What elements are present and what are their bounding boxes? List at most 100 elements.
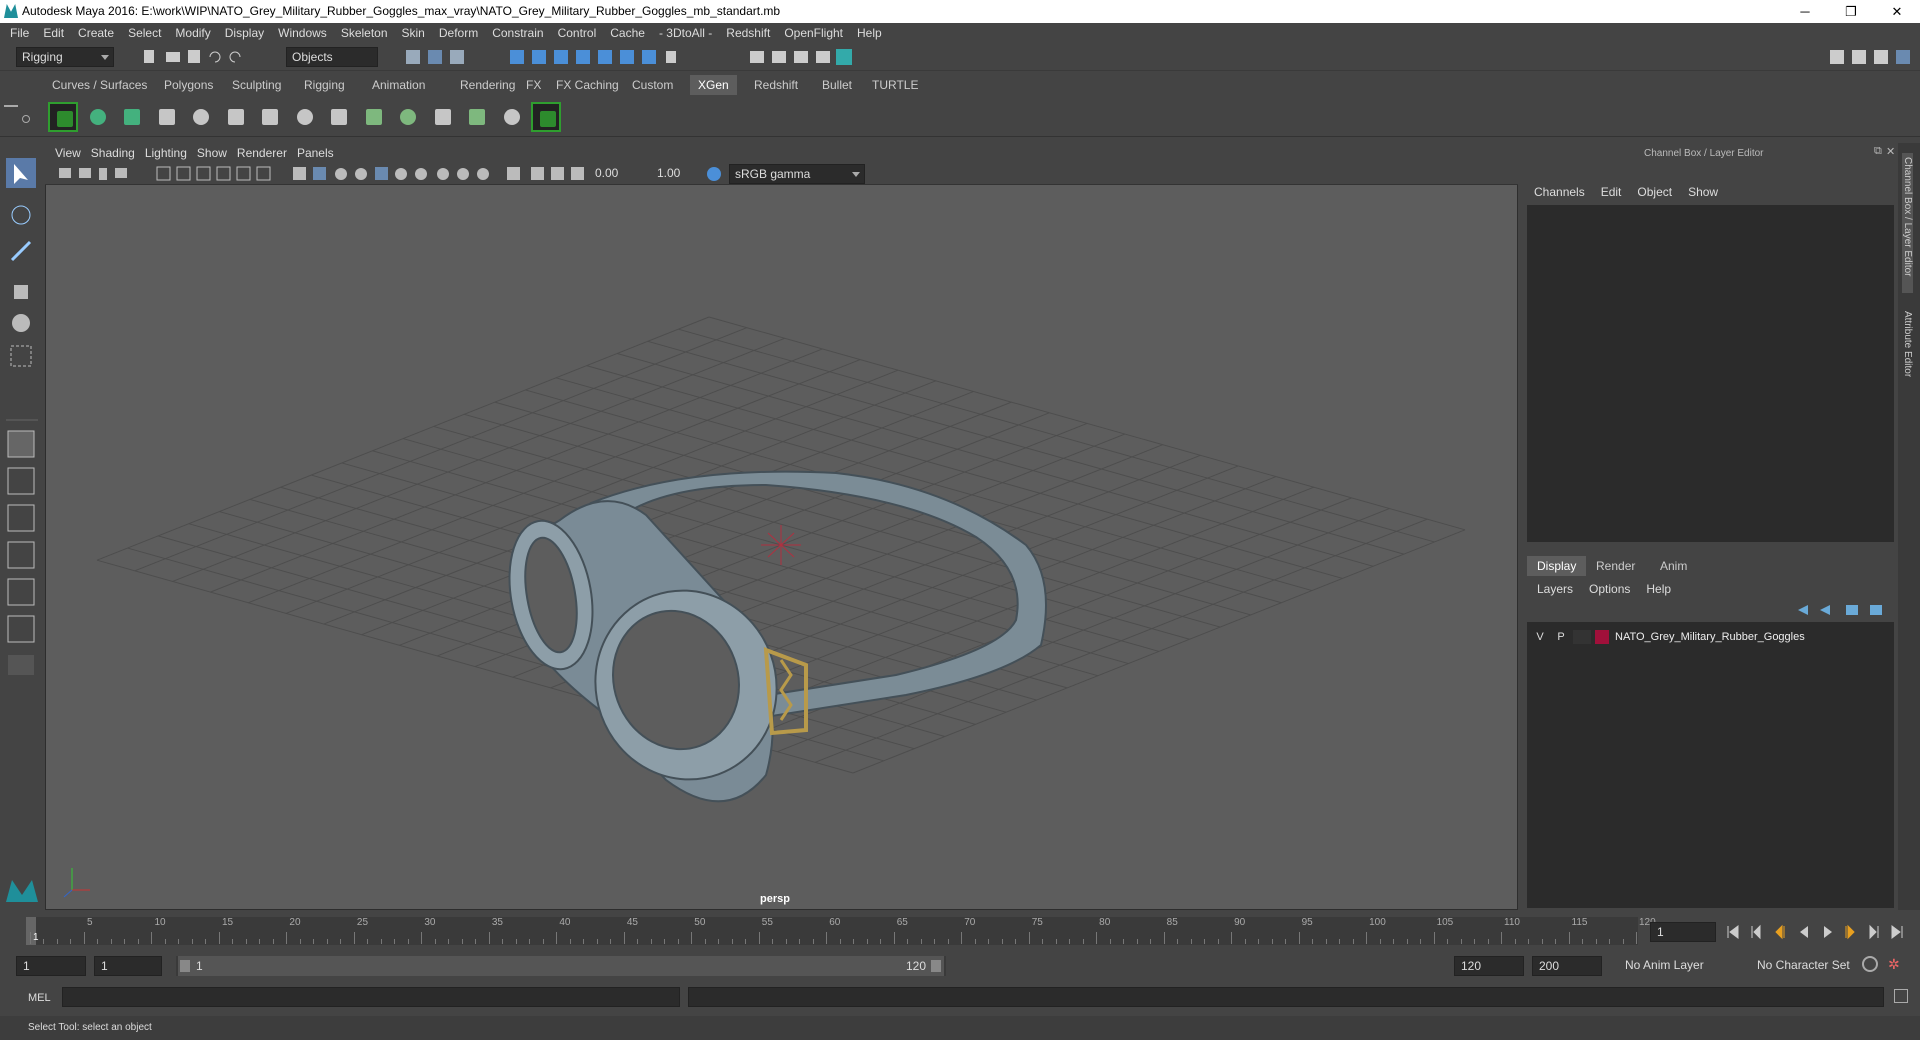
guide-tool-icon[interactable] (290, 102, 320, 132)
persp-outliner-icon[interactable] (7, 541, 35, 569)
menu-item-16[interactable]: Help (857, 26, 882, 40)
shelf-tab-3[interactable]: Rigging (296, 75, 353, 95)
preferences-icon[interactable]: ✲ (1888, 956, 1904, 972)
viewport-menu-2[interactable]: Lighting (145, 146, 187, 160)
layer-tab-0[interactable]: Display (1527, 556, 1587, 576)
current-frame-field[interactable]: 1 (1650, 922, 1716, 942)
step-back-key-icon[interactable] (1775, 924, 1785, 940)
persp-graph-icon[interactable] (7, 578, 35, 606)
gamma-field[interactable]: 1.00 (651, 164, 691, 183)
character-set-dropdown[interactable]: No Character Set (1752, 956, 1874, 976)
move-layer-down-icon[interactable] (1820, 605, 1830, 615)
single-view-icon[interactable] (7, 430, 35, 458)
lasso-tool-icon[interactable] (11, 205, 31, 225)
go-to-start-icon[interactable] (1727, 925, 1739, 939)
viewport-menu-0[interactable]: View (55, 146, 81, 160)
move-layer-up-icon[interactable] (1798, 605, 1808, 615)
side-tab-channel-box[interactable]: Channel Box / Layer Editor (1902, 153, 1913, 293)
layer-tab-2[interactable]: Anim (1650, 556, 1697, 576)
hypershade-layout-icon[interactable] (7, 615, 35, 643)
float-panel-icon[interactable]: ⧉ (1874, 145, 1882, 158)
xgen-editor-icon[interactable] (48, 102, 78, 132)
new-empty-layer-icon[interactable] (1846, 605, 1858, 615)
step-forward-key-icon[interactable] (1845, 924, 1855, 940)
layer-menu-0[interactable]: Layers (1537, 582, 1573, 596)
layer-guide-icon[interactable] (393, 102, 423, 132)
play-forwards-icon[interactable] (1824, 926, 1832, 938)
menu-item-1[interactable]: Edit (43, 26, 64, 40)
menu-item-4[interactable]: Modify (175, 26, 210, 40)
viewport-menu-4[interactable]: Renderer (237, 146, 287, 160)
paint-select-icon[interactable] (10, 240, 32, 262)
animation-start-field[interactable]: 1 (16, 956, 86, 976)
new-layer-selected-icon[interactable] (1870, 605, 1882, 615)
layer-playback-toggle[interactable]: P (1549, 631, 1573, 643)
menu-item-5[interactable]: Display (225, 26, 264, 40)
bend-guide-icon[interactable] (428, 102, 458, 132)
range-right-grip[interactable] (931, 960, 941, 972)
shelf-tab-11[interactable]: Bullet (814, 75, 860, 95)
play-backwards-icon[interactable] (1800, 926, 1808, 938)
groom-sculpt-icon[interactable] (497, 102, 527, 132)
four-view-icon[interactable] (7, 467, 35, 495)
shelf-tab-4[interactable]: Animation (364, 75, 433, 95)
channel-box-menu-0[interactable]: Channels (1534, 185, 1585, 199)
close-panel-icon[interactable]: ✕ (1886, 145, 1895, 158)
side-by-side-icon[interactable] (7, 504, 35, 532)
shelf-tab-5[interactable]: Rendering (452, 75, 523, 95)
lock-guide-icon[interactable] (324, 102, 354, 132)
close-button[interactable]: ✕ (1874, 0, 1920, 23)
shelf-tab-7[interactable]: FX Caching (548, 75, 627, 95)
menu-item-14[interactable]: Redshift (726, 26, 770, 40)
script-editor-icon[interactable] (1894, 989, 1908, 1003)
shelf-menu-icon[interactable] (4, 105, 18, 107)
shelf-settings-icon[interactable] (22, 115, 30, 123)
command-input[interactable] (62, 987, 680, 1007)
layer-type-toggle[interactable] (1573, 630, 1591, 644)
shelf-tab-1[interactable]: Polygons (156, 75, 221, 95)
channel-box-menu-1[interactable]: Edit (1601, 185, 1622, 199)
auto-key-icon[interactable] (1862, 956, 1878, 972)
menu-item-7[interactable]: Skeleton (341, 26, 388, 40)
shelf-tab-9[interactable]: XGen (690, 75, 737, 95)
viewport-menu-5[interactable]: Panels (297, 146, 334, 160)
menu-item-0[interactable]: File (10, 26, 29, 40)
menu-set-dropdown[interactable]: Rigging (16, 47, 114, 67)
minimize-button[interactable]: ─ (1782, 0, 1828, 23)
shelf-tab-8[interactable]: Custom (624, 75, 681, 95)
menu-item-8[interactable]: Skin (402, 26, 425, 40)
menu-item-6[interactable]: Windows (278, 26, 327, 40)
grooming-toolset-icon[interactable] (531, 102, 561, 132)
range-track[interactable]: 1 120 (176, 956, 946, 976)
layer-menu-1[interactable]: Options (1589, 582, 1630, 596)
viewport-menu-1[interactable]: Shading (91, 146, 135, 160)
menu-item-11[interactable]: Control (558, 26, 597, 40)
toggle-guides-icon[interactable] (359, 102, 389, 132)
maximize-button[interactable]: ❐ (1828, 0, 1874, 23)
side-tab-attribute-editor[interactable]: Attribute Editor (1902, 311, 1913, 391)
channel-box-menu-2[interactable]: Object (1637, 185, 1672, 199)
move-tool-icon[interactable] (14, 285, 28, 299)
range-handle[interactable] (178, 956, 944, 976)
layer-visibility-toggle[interactable]: V (1531, 631, 1549, 643)
layer-menu-2[interactable]: Help (1646, 582, 1671, 596)
rebuild-guide-icon[interactable] (221, 102, 251, 132)
colorspace-dropdown[interactable]: sRGB gamma (729, 164, 865, 184)
shelf-tab-0[interactable]: Curves / Surfaces (44, 75, 155, 95)
interactive-groom-icon[interactable] (462, 102, 492, 132)
step-forward-icon[interactable] (1869, 924, 1879, 940)
playback-start-field[interactable]: 1 (94, 956, 162, 976)
sculpt-guide-icon[interactable] (186, 102, 216, 132)
perspective-viewport[interactable]: persp (46, 185, 1517, 909)
playback-end-field[interactable]: 120 (1454, 956, 1524, 976)
shelf-tab-2[interactable]: Sculpting (224, 75, 289, 95)
step-back-icon[interactable] (1751, 924, 1761, 940)
viewport-menu-3[interactable]: Show (197, 146, 227, 160)
place-guide-icon[interactable] (255, 102, 285, 132)
menu-item-9[interactable]: Deform (439, 26, 478, 40)
shelf-tab-10[interactable]: Redshift (746, 75, 806, 95)
channel-box-menu-3[interactable]: Show (1688, 185, 1718, 199)
range-left-grip[interactable] (180, 960, 190, 972)
shelf-tab-12[interactable]: TURTLE (864, 75, 926, 95)
menu-item-2[interactable]: Create (78, 26, 114, 40)
